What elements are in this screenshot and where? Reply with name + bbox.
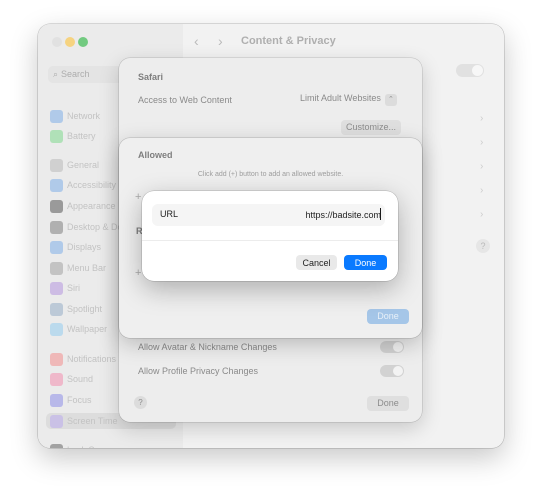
allow-avatar-label: Allow Avatar & Nickname Changes xyxy=(138,342,277,352)
allow-avatar-toggle[interactable] xyxy=(380,341,404,353)
access-web-content-value: Limit Adult Websites xyxy=(300,93,381,103)
add-restricted-site-icon[interactable]: + xyxy=(135,267,141,279)
safari-help-button[interactable]: ? xyxy=(134,396,147,409)
text-caret xyxy=(380,208,381,220)
access-web-content-popup[interactable]: Limit Adult Websites ⌃ xyxy=(300,93,397,106)
access-web-content-label: Access to Web Content xyxy=(138,95,232,105)
stepper-chevron-icon: ⌃ xyxy=(384,94,397,106)
safari-done-button[interactable]: Done xyxy=(367,396,409,411)
safari-sheet-title: Safari xyxy=(138,72,164,82)
customize-button[interactable]: Customize... xyxy=(341,120,401,135)
allow-profile-privacy-toggle[interactable] xyxy=(380,365,404,377)
allowed-hint-text: Click add (+) button to add an allowed w… xyxy=(197,171,344,178)
dialog-divider xyxy=(142,240,398,241)
url-input[interactable] xyxy=(235,207,381,222)
allowed-sheet-title: Allowed xyxy=(138,150,173,160)
allow-profile-privacy-label: Allow Profile Privacy Changes xyxy=(138,366,259,376)
cancel-button[interactable]: Cancel xyxy=(296,255,337,270)
url-label: URL xyxy=(160,209,179,219)
add-allowed-site-icon[interactable]: + xyxy=(135,191,141,203)
allowed-done-button[interactable]: Done xyxy=(367,309,409,324)
done-button[interactable]: Done xyxy=(344,255,387,270)
